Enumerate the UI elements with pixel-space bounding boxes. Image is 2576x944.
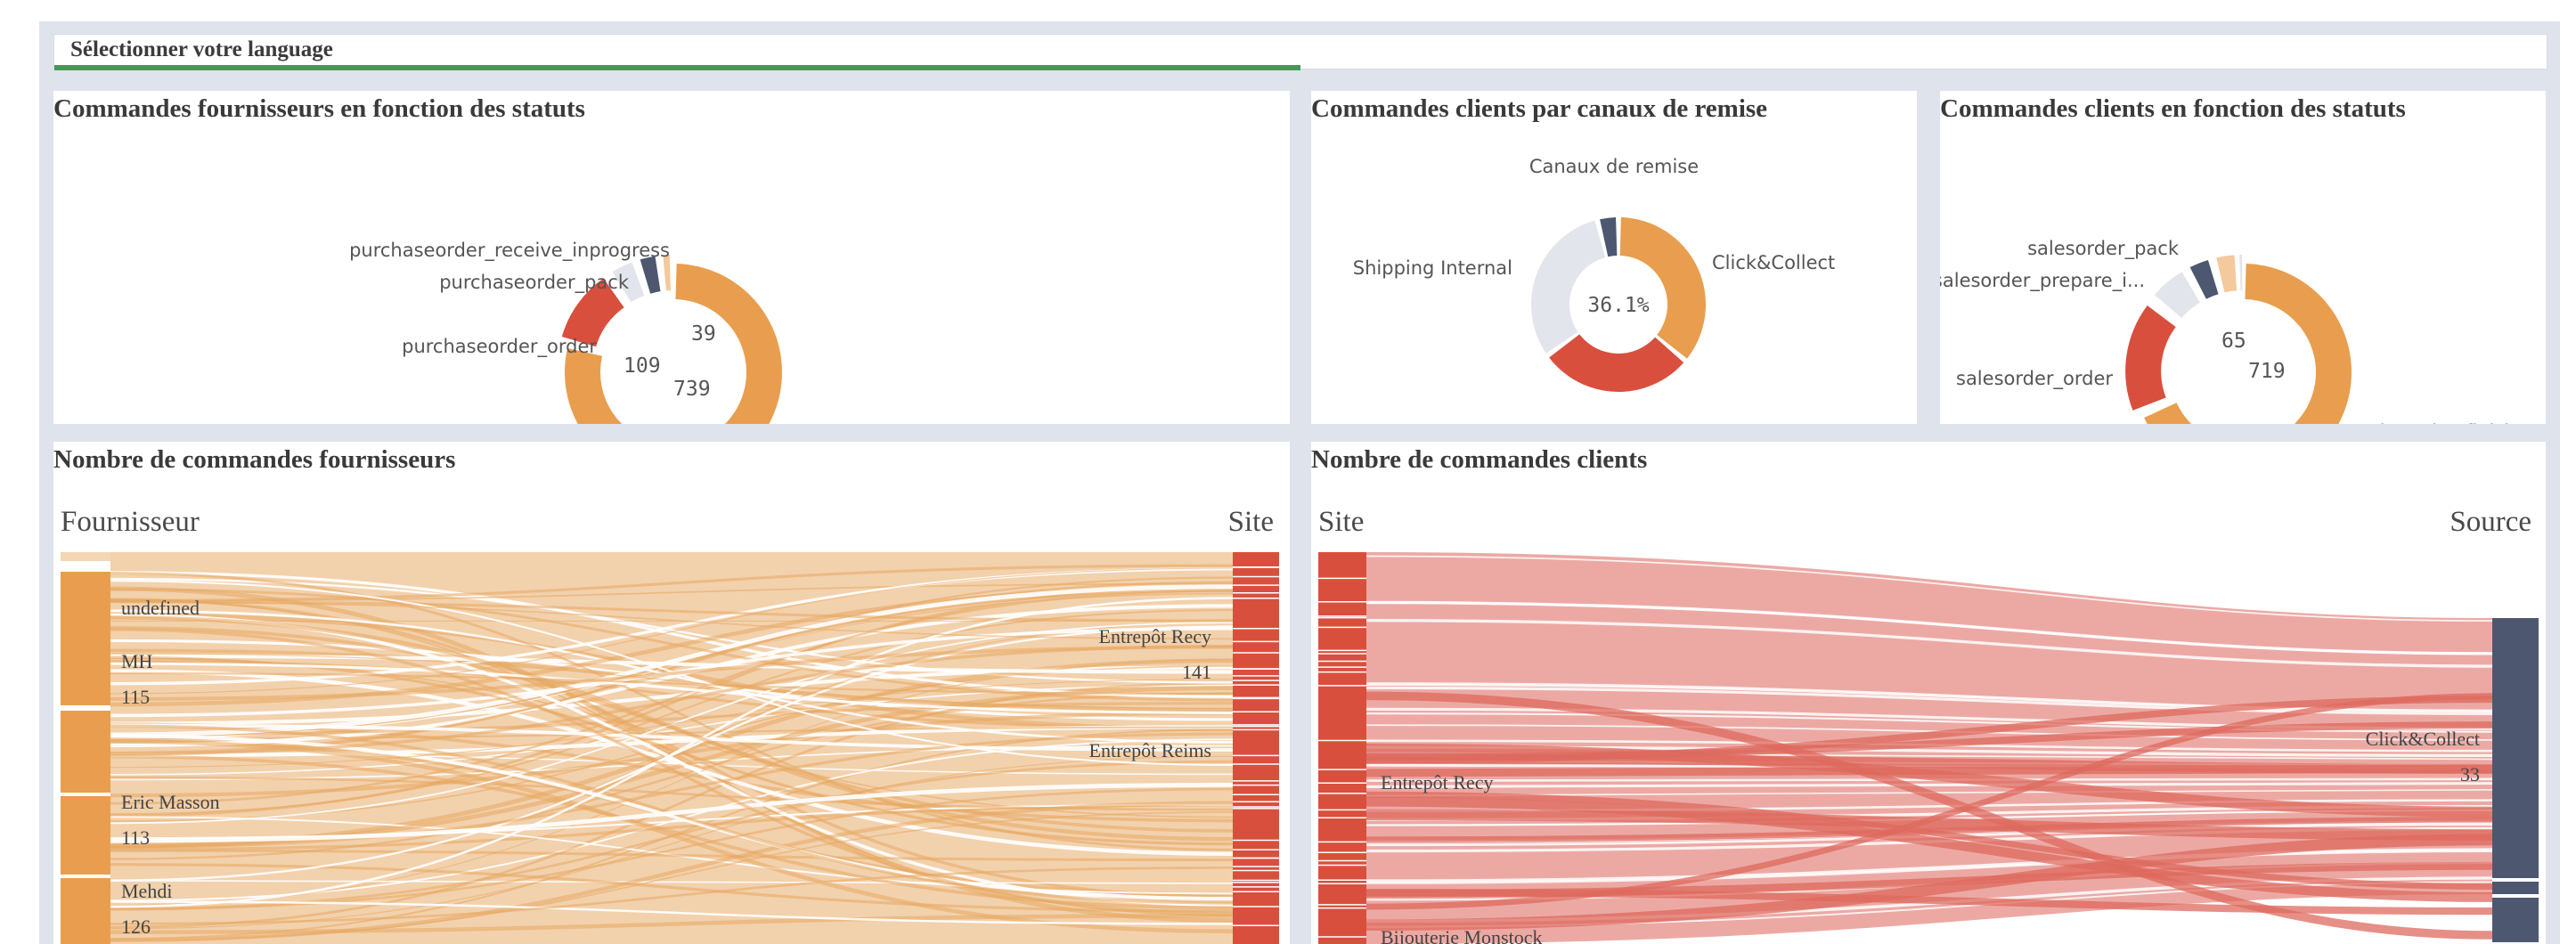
client-channels-donut-chart: Click&Collect Shipping Internal Canaux de …: [1353, 156, 1835, 392]
client-status-slice-2[interactable]: [2154, 272, 2200, 319]
client-status-label-finish: salesorder_finish: [2359, 421, 2516, 424]
client-status-slice-5[interactable]: [2239, 255, 2243, 291]
supplier-sankey-left-node-2[interactable]: [61, 796, 110, 875]
supplier-sankey-label-undefined: undefined: [121, 597, 200, 619]
client-channels-label-click-collect: Click&Collect: [1712, 252, 1835, 273]
client-channels-label-header: Canaux de remise: [1529, 156, 1699, 177]
client-status-donut-chart: salesorder_finish salesorder_order salesor…: [1940, 238, 2516, 424]
client-sankey-left-header: Site: [1318, 506, 1364, 538]
supplier-status-slice-3[interactable]: [640, 256, 661, 294]
supplier-sankey-left-header: Fournisseur: [61, 506, 200, 538]
client-status-label-pack: salesorder_pack: [2027, 238, 2180, 260]
client-channels-slice-1[interactable]: [1549, 334, 1684, 392]
client-sankey-chart: Site Source Entrepôt Recy Bijouterie Monsto…: [1318, 506, 2539, 944]
left-rail: [0, 0, 20, 944]
client-status-value-finish: 719: [2248, 360, 2286, 383]
language-selector[interactable]: Sélectionner votre language: [53, 34, 2547, 69]
supplier-sankey-value-entrepot-recy: 141: [1182, 661, 1211, 683]
supplier-sankey-left-node-top[interactable]: [61, 552, 110, 561]
supplier-sankey-left-node-0[interactable]: [61, 572, 110, 705]
supplier-status-label-pack: purchaseorder_pack: [439, 272, 630, 294]
client-sankey-right-node-small[interactable]: [2492, 882, 2539, 894]
supplier-status-value-pack: 39: [691, 322, 716, 346]
supplier-status-value-order: 109: [624, 354, 661, 378]
supplier-status-label-receive: purchaseorder_receive_inprogress: [349, 240, 670, 262]
supplier-sankey-label-mehdi: Mehdi: [121, 880, 172, 902]
supplier-sankey-left-node-3[interactable]: [61, 878, 110, 944]
client-channels-center-value: 36.1%: [1587, 294, 1649, 317]
language-progress-bar: [54, 65, 1300, 70]
client-sankey-right-node[interactable]: [2492, 618, 2539, 878]
supplier-sankey-chart: Fournisseur Site undefined MH 115 Eric Masson…: [61, 506, 1279, 944]
panel-client-sankey: Nombre de commandes clients Site Source En…: [1311, 442, 2546, 944]
client-status-label-prepare: salesorder_prepare_i...: [1940, 270, 2145, 292]
panel-client-status: Commandes clients en fonction des statut…: [1940, 91, 2546, 424]
supplier-sankey-right-node[interactable]: [1233, 552, 1279, 944]
client-sankey-label-bijouterie: Bijouterie Monstock: [1381, 926, 1542, 944]
client-status-value-prepare: 65: [2221, 330, 2246, 353]
panel-client-channels: Commandes clients par canaux de remise C…: [1311, 91, 1917, 424]
supplier-sankey-label-entrepot-reims: Entrepôt Reims: [1089, 739, 1211, 761]
supplier-sankey-label-entrepot-recy: Entrepôt Recy: [1099, 625, 1211, 647]
client-sankey-value-click-collect: 33: [2460, 763, 2480, 785]
supplier-status-value-finish: 739: [673, 378, 711, 401]
panel-supplier-status: Commandes fournisseurs en fonction des s…: [53, 91, 1290, 424]
language-selector-label: Sélectionner votre language: [70, 37, 333, 61]
client-sankey-right-node-bottom[interactable]: [2492, 898, 2539, 942]
supplier-sankey-value-eric-masson: 113: [121, 826, 150, 849]
supplier-sankey-right-header: Site: [1228, 506, 1274, 538]
supplier-sankey-value-mh: 115: [121, 686, 150, 708]
supplier-sankey-label-eric-masson: Eric Masson: [121, 791, 220, 813]
supplier-sankey-value-mehdi: 126: [121, 916, 151, 938]
client-status-slice-4[interactable]: [2216, 255, 2238, 293]
supplier-status-label-order: purchaseorder_order: [402, 336, 597, 358]
client-sankey-label-click-collect: Click&Collect: [2366, 728, 2480, 750]
supplier-sankey-label-mh: MH: [121, 650, 153, 672]
client-status-label-order: salesorder_order: [1956, 368, 2113, 390]
supplier-status-donut-chart: purchaseorder_finishpurchaseorder_orderp…: [349, 240, 782, 424]
client-channels-slice-2[interactable]: [1531, 220, 1606, 354]
client-sankey-label-entrepot-recy: Entrepôt Recy: [1381, 771, 1493, 793]
client-status-slice-1[interactable]: [2125, 305, 2176, 411]
client-channels-slice-0[interactable]: [1619, 217, 1706, 359]
client-sankey-left-node[interactable]: [1318, 552, 1366, 944]
client-sankey-right-header: Source: [2450, 506, 2531, 538]
client-channels-label-shipping: Shipping Internal: [1353, 257, 1512, 279]
panel-supplier-sankey: Nombre de commandes fournisseurs Fournis…: [53, 442, 1290, 944]
supplier-sankey-left-node-1[interactable]: [61, 711, 110, 793]
